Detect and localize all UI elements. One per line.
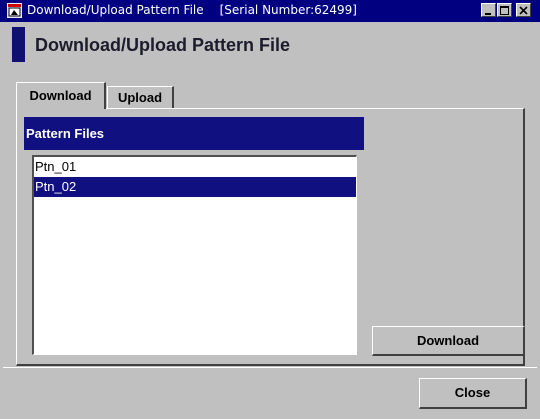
window-title-text: Download/Upload Pattern File	[27, 3, 204, 17]
download-button[interactable]: Download	[372, 326, 525, 356]
minimize-icon	[485, 13, 491, 15]
header-accent-bar	[12, 27, 25, 62]
footer-divider	[3, 367, 537, 369]
app-window: Download/Upload Pattern File [Serial Numb…	[0, 0, 540, 419]
pattern-files-header: Pattern Files	[24, 117, 364, 150]
list-item[interactable]: Ptn_01	[34, 157, 356, 177]
page-title: Download/Upload Pattern File	[35, 35, 291, 55]
close-button[interactable]: Close	[419, 378, 527, 409]
pattern-files-list[interactable]: Ptn_01 Ptn_02	[32, 155, 357, 355]
close-icon	[519, 6, 528, 15]
window-title: Download/Upload Pattern File [Serial Numb…	[27, 3, 357, 18]
minimize-button[interactable]	[481, 3, 496, 17]
list-item[interactable]: Ptn_02	[34, 177, 356, 197]
window-close-button[interactable]	[516, 3, 531, 17]
tab-upload[interactable]: Upload	[107, 86, 174, 109]
maximize-button[interactable]	[497, 3, 512, 17]
title-bar[interactable]: Download/Upload Pattern File [Serial Numb…	[0, 0, 540, 22]
serial-number: [Serial Number:62499]	[219, 3, 357, 17]
tab-download[interactable]: Download	[16, 82, 106, 109]
maximize-icon	[500, 6, 509, 15]
application-icon[interactable]	[7, 3, 22, 18]
